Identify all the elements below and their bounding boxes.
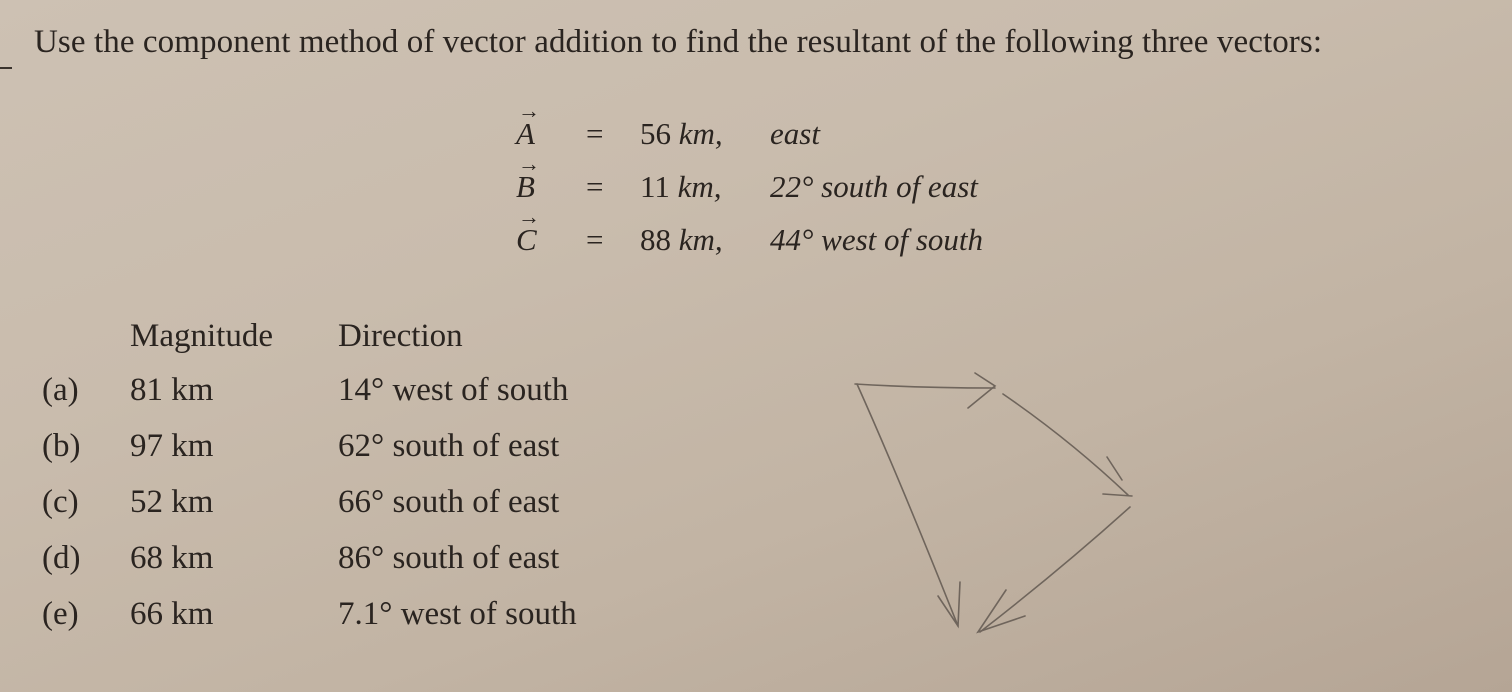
sketch-resultant	[856, 383, 959, 627]
sketch-arrowhead-a	[967, 372, 997, 409]
sketch-vector-c	[979, 506, 1131, 633]
sketch-vector-a	[854, 383, 996, 389]
sketch-arrowhead-c	[976, 589, 1026, 634]
vector-sketch	[854, 372, 1133, 634]
sketch-vector-b	[1002, 393, 1129, 496]
